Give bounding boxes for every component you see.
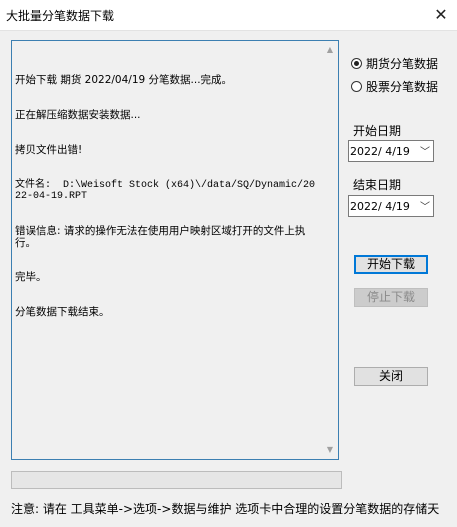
chevron-down-icon[interactable]: ﹀ — [420, 198, 430, 213]
start-download-button[interactable]: 开始下载 — [354, 255, 428, 274]
start-date-value: 2022/ 4/19 — [350, 145, 410, 158]
log-textarea[interactable]: 开始下载 期货 2022/04/19 分笔数据...完成。 正在解压缩数据安装数… — [11, 40, 339, 460]
title-bar: 大批量分笔数据下载 ✕ — [0, 0, 457, 30]
stocks-radio[interactable]: 股票分笔数据 — [351, 78, 438, 94]
log-line: 文件名: D:\Weisoft Stock (x64)\/data/SQ/Dyn… — [15, 179, 316, 203]
log-line: 完毕。 — [15, 271, 47, 284]
scroll-up-arrow-icon[interactable]: ▲ — [322, 42, 338, 58]
start-date-picker[interactable]: 2022/ 4/19 ﹀ — [348, 140, 434, 162]
radio-unchecked-icon — [351, 80, 362, 92]
end-date-value: 2022/ 4/19 — [350, 200, 410, 213]
log-line: 开始下载 期货 2022/04/19 分笔数据...完成。 — [15, 74, 233, 87]
start-date-label: 开始日期 — [353, 124, 402, 138]
close-icon[interactable]: ✕ — [425, 0, 457, 30]
chevron-down-icon[interactable]: ﹀ — [420, 143, 430, 158]
stocks-radio-label: 股票分笔数据 — [366, 79, 439, 94]
futures-radio-label: 期货分笔数据 — [366, 56, 439, 71]
end-date-label: 结束日期 — [353, 178, 402, 192]
scroll-down-arrow-icon[interactable]: ▼ — [322, 442, 338, 458]
log-text: 开始下载 期货 2022/04/19 分笔数据...完成。 正在解压缩数据安装数… — [15, 52, 321, 342]
futures-radio[interactable]: 期货分笔数据 — [351, 55, 438, 71]
log-line: 错误信息: 请求的操作无法在使用用户映射区域打开的文件上执行。 — [15, 224, 306, 249]
stop-download-button[interactable]: 停止下载 — [354, 288, 428, 307]
end-date-picker[interactable]: 2022/ 4/19 ﹀ — [348, 195, 434, 217]
radio-checked-icon — [351, 57, 362, 69]
footer-note: 注意: 请在 工具菜单->选项->数据与维护 选项卡中合理的设置分笔数据的存储天 — [11, 502, 440, 516]
close-button[interactable]: 关闭 — [354, 367, 428, 386]
window-title: 大批量分笔数据下载 — [6, 9, 115, 23]
title-divider — [0, 30, 457, 31]
log-line: 分笔数据下载结束。 — [15, 306, 110, 319]
log-scrollbar[interactable]: ▲ ▼ — [322, 41, 338, 459]
log-line: 正在解压缩数据安装数据... — [15, 108, 141, 121]
download-progress-bar — [11, 471, 342, 489]
log-line: 拷贝文件出错! — [15, 143, 83, 156]
